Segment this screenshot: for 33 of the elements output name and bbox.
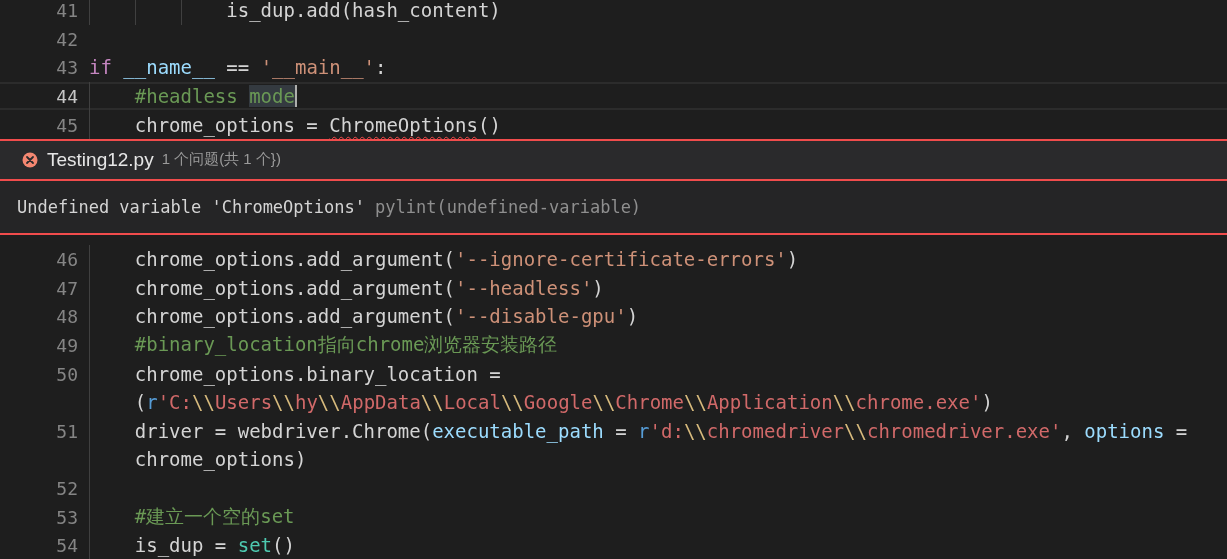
code-line: chrome_options.binary_location =	[133, 362, 501, 385]
code-line: is_dup.add(hash_content)	[225, 0, 501, 22]
file-name[interactable]: Testing12.py	[47, 148, 154, 171]
line-number: 50	[56, 363, 78, 385]
code-line: chrome_options.add_argument('--ignore-certificate-errors')	[133, 248, 799, 271]
line-number: 52	[56, 478, 78, 499]
line-number: 43	[56, 57, 78, 79]
problem-count: 1 个问题(共 1 个})	[161, 150, 281, 170]
line-number: 49	[56, 335, 78, 357]
error-icon	[22, 151, 38, 168]
error-message: Undefined variable 'ChromeOptions'	[17, 196, 365, 217]
code-line: if __name__ == '__main__':	[89, 56, 387, 79]
line-number: 42	[56, 28, 78, 50]
line-number: 47	[56, 277, 78, 299]
code-line: chrome_options.add_argument('--disable-gpu')	[133, 305, 639, 328]
code-line: is_dup = set()	[133, 534, 295, 557]
code-line: #headless mode	[133, 85, 295, 108]
line-number: 44	[56, 86, 78, 108]
error-source: pylint(undefined-variable)	[375, 196, 642, 217]
code-line: driver = webdriver.Chrome(executable_path = r'd:\\chromedriver\\chromedriver.exe', options =	[133, 419, 1188, 442]
code-line: #建立一个空的set	[133, 503, 295, 529]
line-number: 45	[56, 114, 78, 136]
line-number: 54	[56, 535, 78, 557]
line-number: 48	[56, 306, 78, 328]
code-line: #binary_location指向chrome浏览器安装路径	[133, 332, 558, 358]
line-number: 53	[56, 506, 78, 528]
code-line: chrome_options = ChromeOptions()	[133, 113, 501, 136]
line-number: 51	[56, 420, 78, 442]
line-number: 41	[56, 0, 78, 22]
line-number: 46	[56, 249, 78, 271]
code-line: (r'C:\\Users\\hy\\AppData\\Local\\Google\\Chrome\\Application\\chrome.exe')	[133, 391, 993, 414]
code-line: chrome_options.add_argument('--headless')	[133, 276, 604, 299]
code-line: chrome_options)	[133, 448, 307, 471]
